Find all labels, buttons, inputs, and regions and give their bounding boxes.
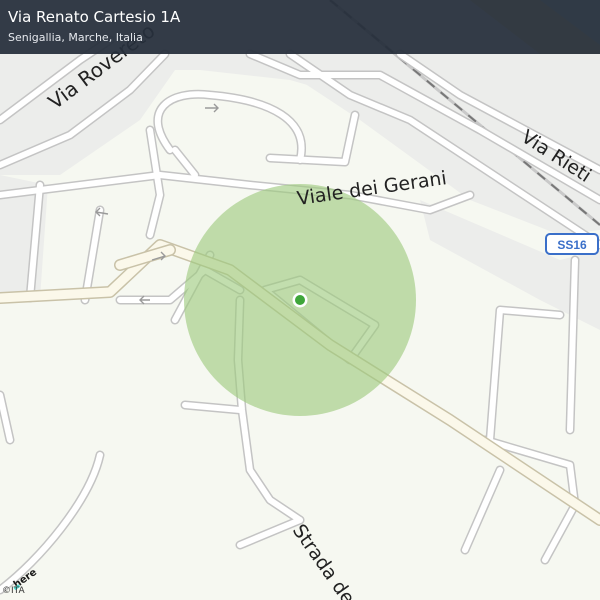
route-shield-label: SS16 [557,238,587,252]
location-pin[interactable] [295,295,305,305]
header-bar: Via Renato Cartesio 1A Senigallia, March… [0,0,600,54]
place-subtitle: Senigallia, Marche, Italia [8,31,143,44]
place-title: Via Renato Cartesio 1A [8,8,181,26]
route-shield: SS16 [545,233,599,255]
copyright-text: ©ITA [2,586,25,596]
map-canvas[interactable]: SS16 Via Rovereto Viale dei Gerani Via R… [0,0,600,600]
